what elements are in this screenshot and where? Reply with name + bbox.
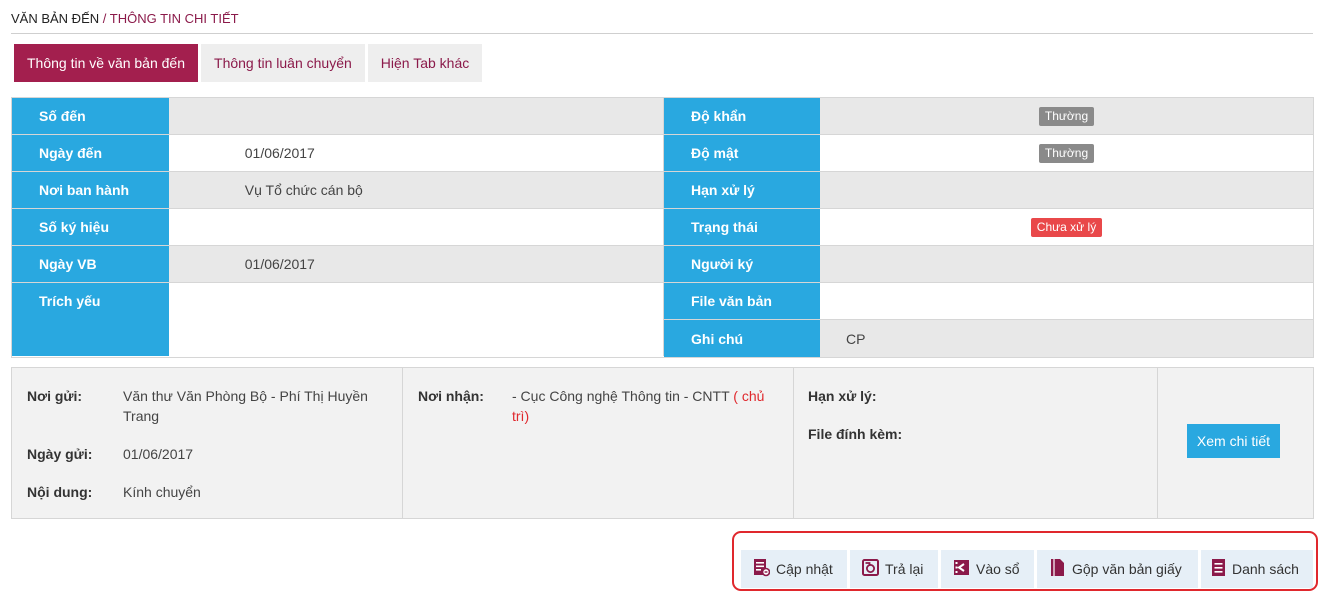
enter-book-icon [953,559,976,579]
enter-book-button-label: Vào sổ [976,561,1020,577]
return-icon [862,559,885,579]
document-info-left: Số đến Ngày đến 01/06/2017 Nơi ban hành … [12,98,664,357]
update-button-label: Cập nhật [776,561,833,577]
tab-incoming-info[interactable]: Thông tin về văn bản đến [14,44,199,82]
value-trich-yeu [168,283,663,356]
detail-column: Xem chi tiết [1158,368,1313,518]
info-row-ngay-vb: Ngày VB 01/06/2017 [12,246,664,283]
merge-paper-button[interactable]: Gộp văn bản giấy [1037,550,1198,588]
value-ngay-den: 01/06/2017 [168,135,663,171]
breadcrumb-separator: / [102,11,107,26]
info-row-file-van-ban: File văn bản [664,283,1313,320]
label-so-ky-hieu: Số ký hiệu [12,209,169,245]
label-han-xu-ly: Hạn xử lý [664,172,820,208]
value-file-van-ban [820,283,1313,319]
value-nguoi-ky [820,246,1313,282]
value-do-khan: Thường [820,98,1313,134]
status-badge: Chưa xử lý [1030,217,1103,237]
urgency-badge: Thường [1038,106,1095,126]
label-ngay-den: Ngày đến [12,135,169,171]
tab-other[interactable]: Hiện Tab khác [367,44,483,82]
breadcrumb-current: THÔNG TIN CHI TIẾT [109,11,239,26]
label-so-den: Số đến [12,98,169,134]
label-do-mat: Độ mật [664,135,820,171]
label-trich-yeu: Trích yếu [12,283,169,356]
value-so-den [168,98,663,134]
label-noi-dung: Nội dung: [27,484,93,500]
value-do-mat: Thường [820,135,1313,171]
label-han-xu-ly-send: Hạn xử lý: [808,388,877,404]
edit-document-icon [753,558,776,580]
info-row-so-ky-hieu: Số ký hiệu [12,209,664,246]
sender-column: Nơi gửi: Văn thư Văn Phòng Bộ - Phí Thị … [12,368,403,518]
document-info-right: Độ khẩn Thường Độ mật Thường Hạn xử lý T… [664,98,1313,357]
label-ngay-vb: Ngày VB [12,246,169,282]
value-noi-ban-hanh: Vụ Tổ chức cán bộ [168,172,663,208]
info-row-do-khan: Độ khẩn Thường [664,98,1313,135]
label-nguoi-ky: Người ký [664,246,820,282]
breadcrumb-root[interactable]: VĂN BẢN ĐẾN [11,11,99,26]
label-noi-ban-hanh: Nơi ban hành [12,172,169,208]
update-button[interactable]: Cập nhật [741,550,847,588]
action-bar: Cập nhật Trả lại Vào sổ Gộp văn bản giấy… [741,550,1316,588]
info-row-trang-thai: Trạng thái Chưa xử lý [664,209,1313,246]
list-button-label: Danh sách [1232,561,1299,577]
value-ngay-vb: 01/06/2017 [168,246,663,282]
document-info-table: Số đến Ngày đến 01/06/2017 Nơi ban hành … [11,97,1314,358]
value-noi-dung: Kính chuyển [123,484,201,500]
receiver-name: - Cục Công nghệ Thông tin - CNTT [512,388,730,404]
value-ghi-chu: CP [820,320,1313,357]
info-row-nguoi-ky: Người ký [664,246,1313,283]
tab-circulation-info[interactable]: Thông tin luân chuyển [201,44,365,82]
list-icon [1211,558,1232,580]
label-file-van-ban: File văn bản [664,283,820,319]
value-ngay-gui: 01/06/2017 [123,446,194,462]
info-row-trich-yeu: Trích yếu [12,283,664,356]
transfer-info-box: Nơi gửi: Văn thư Văn Phòng Bộ - Phí Thị … [11,367,1314,519]
info-row-ghi-chu: Ghi chú CP [664,320,1313,357]
receiver-column: Nơi nhận: - Cục Công nghệ Thông tin - CN… [403,368,794,518]
value-noi-gui: Văn thư Văn Phòng Bộ - Phí Thị Huyền Tra… [123,388,368,424]
label-do-khan: Độ khẩn [664,98,820,134]
info-row-do-mat: Độ mật Thường [664,135,1313,172]
value-trang-thai: Chưa xử lý [820,209,1313,245]
label-noi-nhan: Nơi nhận: [418,388,484,404]
value-han-xu-ly [820,172,1313,208]
return-button[interactable]: Trả lại [850,550,938,588]
label-noi-gui: Nơi gửi: [27,388,83,404]
info-row-han-xu-ly: Hạn xử lý [664,172,1313,209]
label-file-dinh-kem: File đính kèm: [808,426,903,442]
tab-bar: Thông tin về văn bản đến Thông tin luân … [14,44,485,82]
merge-paper-button-label: Gộp văn bản giấy [1072,561,1182,577]
info-row-so-den: Số đến [12,98,664,135]
label-ghi-chu: Ghi chú [664,320,820,357]
enter-book-button[interactable]: Vào sổ [941,550,1034,588]
label-trang-thai: Trạng thái [664,209,820,245]
list-button[interactable]: Danh sách [1201,550,1313,588]
secrecy-badge: Thường [1038,143,1095,163]
value-so-ky-hieu [168,209,663,245]
return-button-label: Trả lại [885,561,924,577]
deadline-column: Hạn xử lý: File đính kèm: [794,368,1158,518]
info-row-noi-ban-hanh: Nơi ban hành Vụ Tổ chức cán bộ [12,172,664,209]
label-ngay-gui: Ngày gửi: [27,446,93,462]
info-row-ngay-den: Ngày đến 01/06/2017 [12,135,664,172]
value-noi-nhan: - Cục Công nghệ Thông tin - CNTT ( chủ t… [512,386,782,426]
breadcrumb: VĂN BẢN ĐẾN / THÔNG TIN CHI TIẾT [11,11,1313,34]
paper-document-icon [1049,558,1072,580]
view-detail-button[interactable]: Xem chi tiết [1187,424,1280,458]
